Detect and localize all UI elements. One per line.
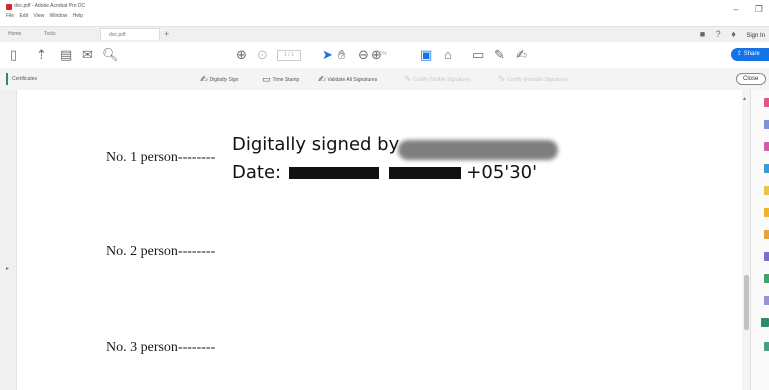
zoom-level[interactable]: 90% <box>377 51 387 57</box>
scroll-up-icon[interactable]: ▲ <box>742 96 747 102</box>
tool-protect-icon[interactable] <box>764 252 769 261</box>
vertical-scrollbar[interactable] <box>742 90 750 390</box>
tabbar-actions: ■ ? ♦ Sign In <box>692 29 765 39</box>
page-indicator[interactable]: 1 / 1 <box>277 50 301 61</box>
signature-line-1[interactable]: Digitally signed by <box>232 134 399 155</box>
certify-invisible-icon: ✎ <box>498 74 506 84</box>
tool-fill-sign-icon[interactable] <box>764 274 769 283</box>
validate-icon: ✍︎ <box>318 74 326 84</box>
tool-certificates-icon[interactable] <box>761 318 769 327</box>
page-down-icon[interactable]: ⊙ <box>257 48 268 62</box>
menu-edit[interactable]: Edit <box>19 13 28 19</box>
certificates-toolbar: Certificates ✍︎ Digitally Sign ▭ Time Stam… <box>0 68 769 91</box>
redacted-date <box>288 167 379 179</box>
window-controls: – ❐ <box>719 4 763 15</box>
tab-tools[interactable]: Tools <box>44 31 56 37</box>
new-tab-icon[interactable]: + <box>164 29 169 39</box>
menu-view[interactable]: View <box>33 13 44 19</box>
close-button[interactable]: Close <box>736 73 766 85</box>
menu-window[interactable]: Window <box>50 13 68 19</box>
notification-icon[interactable]: ♦ <box>731 29 736 39</box>
page-up-icon[interactable]: ⊕ <box>236 48 247 62</box>
sign-in-link[interactable]: Sign In <box>746 33 765 39</box>
left-panel-gutter <box>0 90 17 390</box>
title-bar <box>0 0 769 26</box>
main-toolbar: ▯ ⇡ ▤ ✉ 🔍︎ ⊕ ⊙ 1 / 1 ➤ ✋︎ ⊖ ⊕ 90% ▣ ⌂ ▭ … <box>0 42 769 69</box>
person-line-2: No. 2 person-------- <box>106 244 216 259</box>
digital-sign-icon: ✍︎ <box>200 74 208 84</box>
hand-icon[interactable]: ✋︎ <box>338 48 345 62</box>
tab-home[interactable]: Home <box>8 31 21 37</box>
pen-icon[interactable]: ✎ <box>494 48 505 62</box>
tool-send-icon[interactable] <box>764 296 769 305</box>
comment-icon[interactable]: ▭ <box>472 48 484 62</box>
certify-visible-button[interactable]: ✎ Certify (Visible Signature) <box>404 74 470 85</box>
expand-left-panel-icon[interactable]: ▸ <box>6 265 9 272</box>
tool-create-pdf-icon[interactable] <box>764 120 769 129</box>
redacted-time <box>388 167 461 179</box>
mail-icon[interactable]: ✉ <box>82 48 93 62</box>
person-line-1: No. 1 person-------- <box>106 150 216 165</box>
tool-comment-icon[interactable] <box>764 164 769 173</box>
fit-page-icon[interactable]: ▣ <box>420 48 432 62</box>
tool-organize-icon[interactable] <box>764 208 769 217</box>
print-icon[interactable]: ▤ <box>60 48 72 62</box>
menu-file[interactable]: File <box>6 13 14 19</box>
share-button[interactable]: ⇪ Share <box>731 48 769 61</box>
upload-icon[interactable]: ⇡ <box>36 48 47 62</box>
acrobat-app-icon <box>6 4 12 10</box>
time-stamp-icon: ▭ <box>262 74 271 84</box>
share-label: Share <box>743 51 760 57</box>
tool-more-icon[interactable] <box>764 342 769 351</box>
certificates-accent <box>6 73 8 85</box>
certify-invisible-button[interactable]: ✎ Certify (Invisible Signature) <box>498 74 568 85</box>
validate-signatures-button[interactable]: ✍︎ Validate All Signatures <box>318 74 377 85</box>
create-pdf-icon[interactable]: ▯ <box>10 48 17 62</box>
tool-edit-pdf-icon[interactable] <box>764 142 769 151</box>
signature-date-line[interactable]: Date: +05'30' <box>232 162 537 183</box>
menu-help[interactable]: Help <box>73 13 83 19</box>
maximize-icon[interactable]: ❐ <box>755 4 763 14</box>
sign-icon[interactable]: ✍︎ <box>516 48 527 62</box>
certificates-label: Certificates <box>12 76 38 82</box>
select-arrow-icon[interactable]: ➤ <box>322 48 333 62</box>
tool-combine-icon[interactable] <box>764 186 769 195</box>
signature-date-label: Date: <box>232 162 282 183</box>
signature-timezone: +05'30' <box>466 162 538 183</box>
person-line-3: No. 3 person-------- <box>106 340 216 355</box>
read-mode-icon[interactable]: ⌂ <box>444 48 452 62</box>
tool-export-pdf-icon[interactable] <box>764 98 769 107</box>
certify-visible-icon: ✎ <box>404 74 412 84</box>
tab-bar: Home Tools doc.pdf + ■ ? ♦ Sign In <box>0 26 769 43</box>
tool-redact-icon[interactable] <box>764 230 769 239</box>
chat-icon[interactable]: ■ <box>700 29 705 39</box>
search-icon[interactable]: 🔍︎ <box>102 48 119 62</box>
window-title: doc.pdf - Adobe Acrobat Pro DC <box>14 3 86 9</box>
minimize-icon[interactable]: – <box>733 4 738 14</box>
zoom-out-icon[interactable]: ⊖ <box>358 48 369 62</box>
digitally-sign-button[interactable]: ✍︎ Digitally Sign <box>200 74 238 85</box>
tab-document[interactable]: doc.pdf <box>100 28 160 40</box>
time-stamp-button[interactable]: ▭ Time Stamp <box>262 74 299 85</box>
help-icon[interactable]: ? <box>716 29 721 39</box>
redacted-signer-name <box>398 140 558 160</box>
scrollbar-thumb[interactable] <box>744 275 749 330</box>
menu-bar: File Edit View Window Help <box>6 13 87 19</box>
